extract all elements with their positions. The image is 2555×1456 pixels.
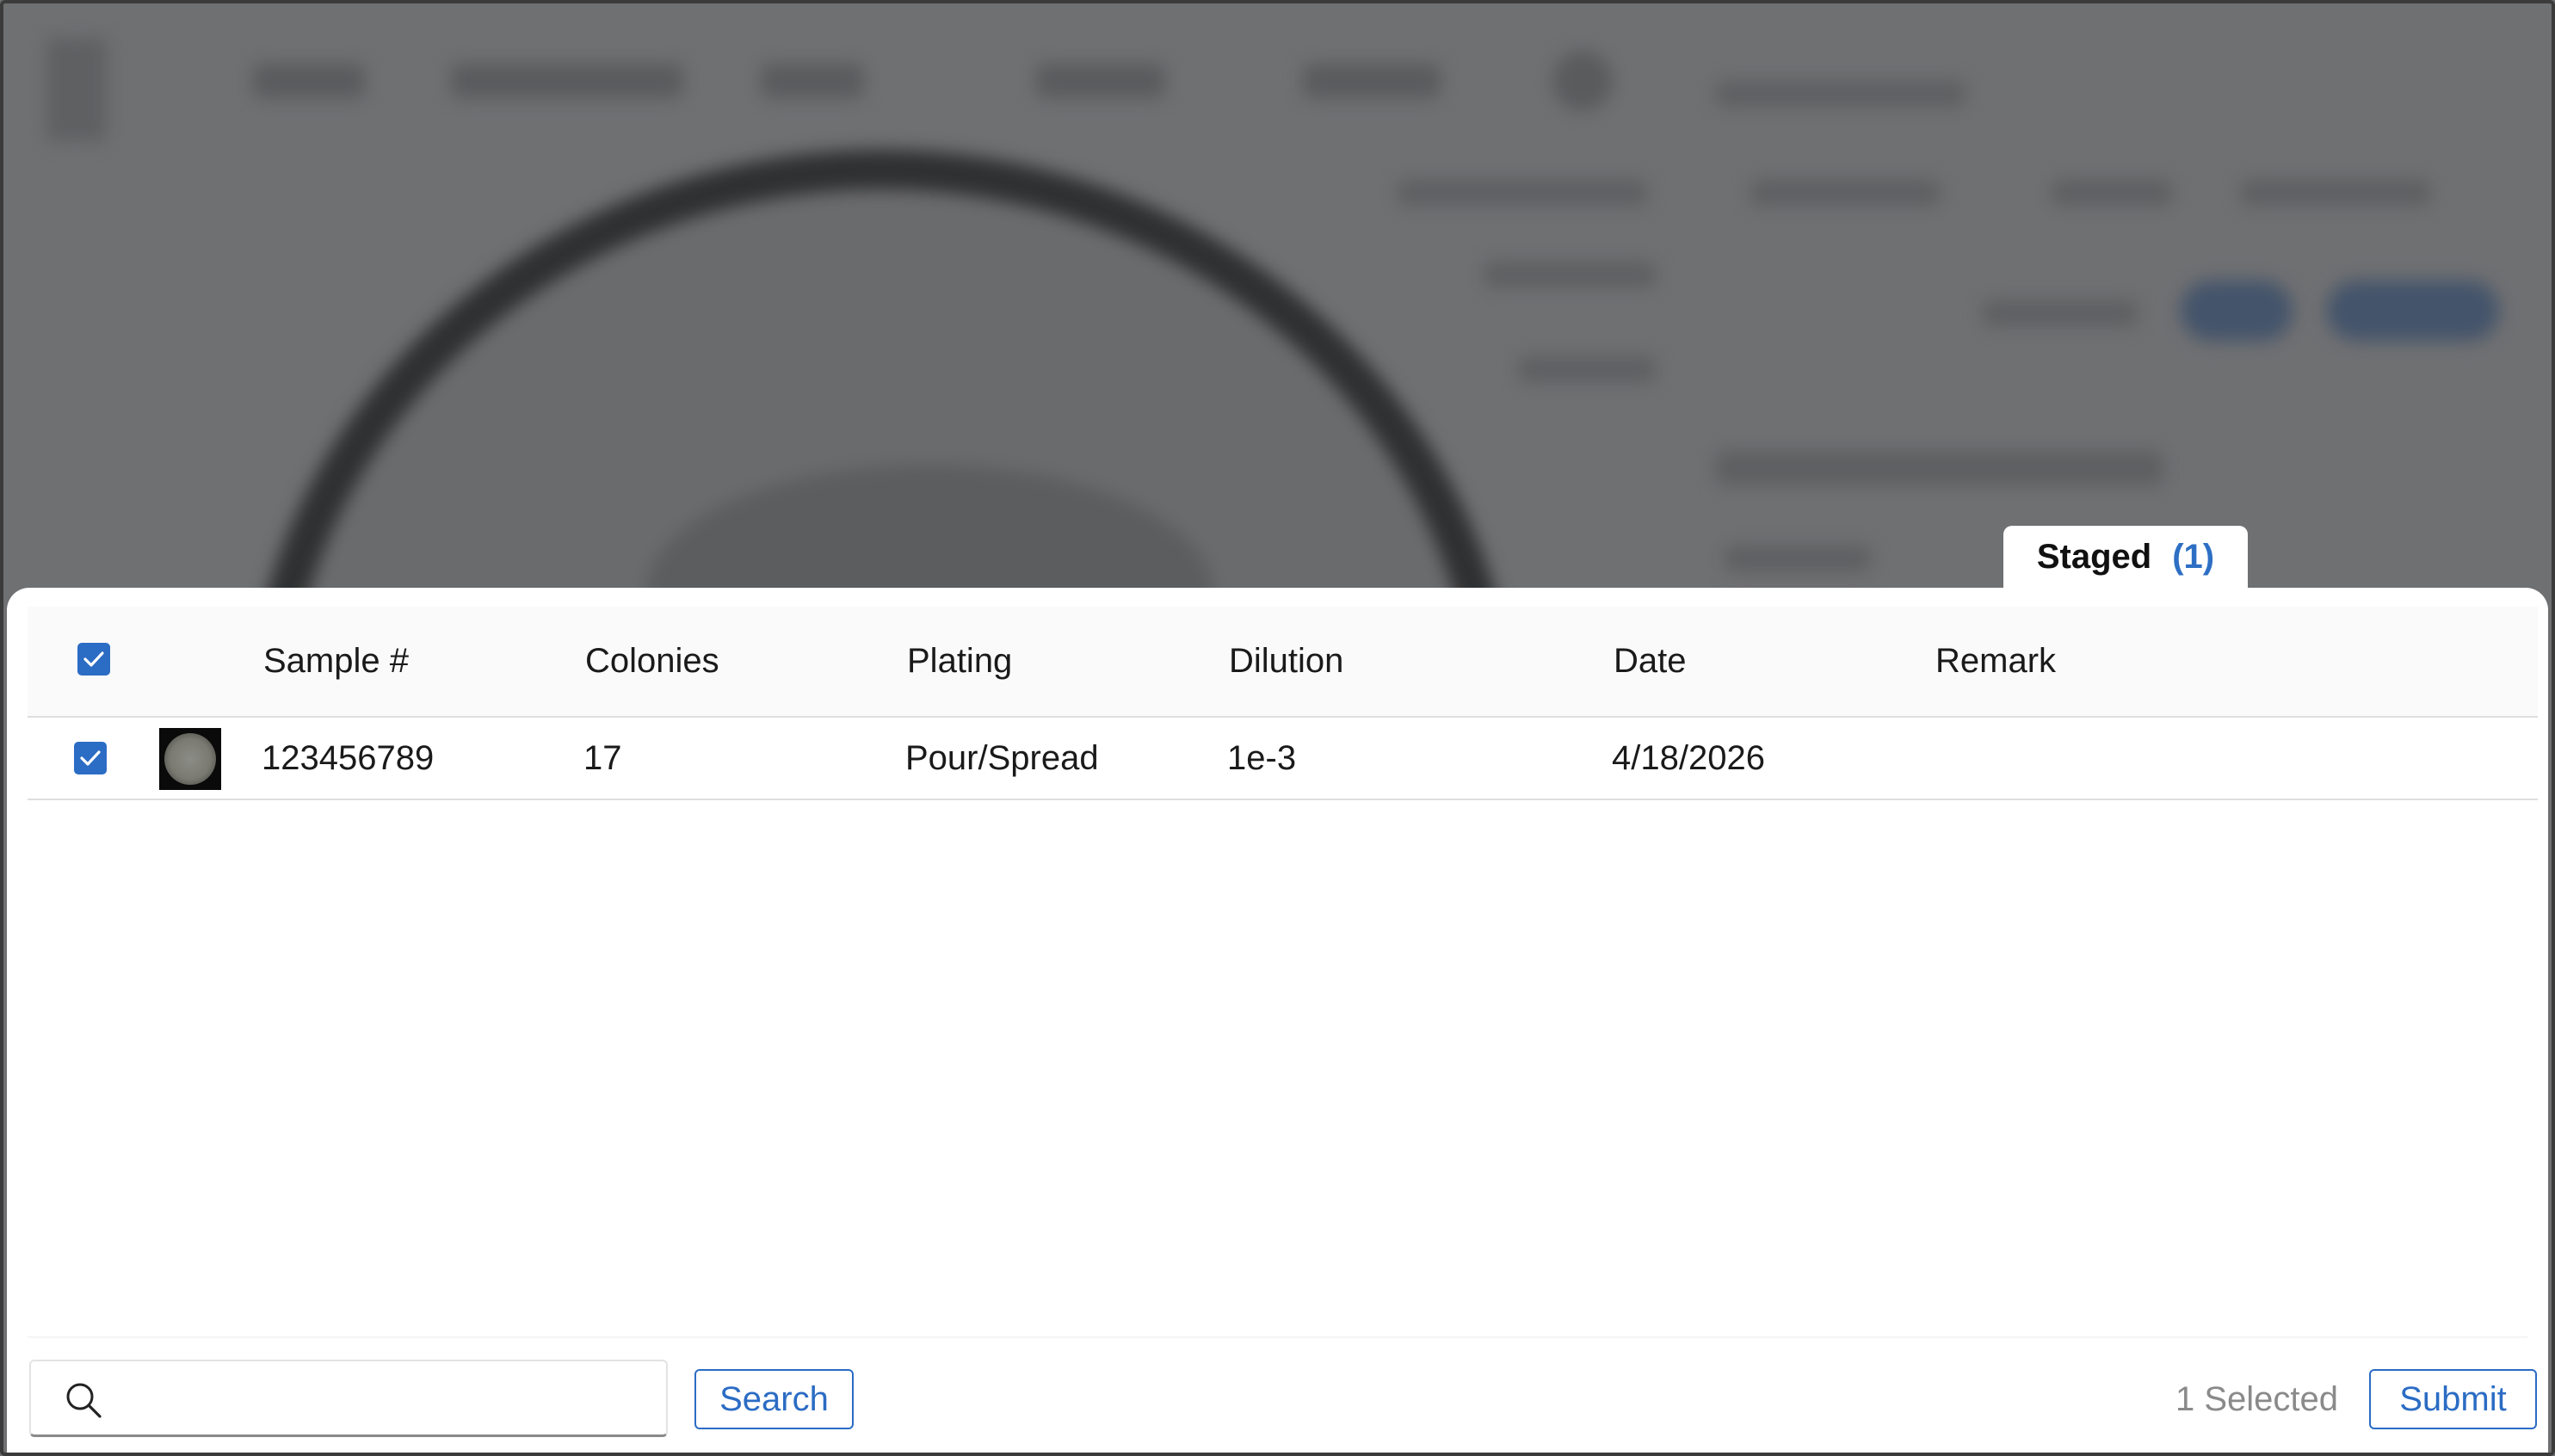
background-nav-item: [451, 64, 683, 98]
search-field[interactable]: [29, 1360, 668, 1437]
column-header-plating[interactable]: Plating: [907, 607, 1012, 716]
column-header-dilution[interactable]: Dilution: [1229, 607, 1343, 716]
background-text: [1750, 180, 1940, 206]
sample-thumbnail[interactable]: [159, 728, 221, 790]
background-text: [2052, 180, 2172, 206]
staged-table: Sample # Colonies Plating Dilution Date …: [28, 607, 2538, 800]
cell-dilution: 1e-3: [1227, 739, 1297, 777]
background-heading: [1716, 451, 2163, 485]
column-header-remark[interactable]: Remark: [1935, 607, 2056, 716]
background-text: [2241, 180, 2430, 206]
checkmark-icon: [83, 651, 104, 667]
staged-panel: Sample # Colonies Plating Dilution Date …: [7, 588, 2548, 1453]
background-text: [1518, 356, 1656, 382]
cell-colonies: 17: [583, 739, 622, 777]
background-nav-item: [253, 64, 365, 98]
background-button: [2181, 281, 2293, 341]
search-input[interactable]: [117, 1370, 654, 1428]
background-text: [1484, 262, 1656, 287]
background-text: [1398, 180, 1647, 206]
background-nav-item: [1303, 64, 1441, 98]
row-select-checkbox[interactable]: [74, 742, 107, 774]
table-header: Sample # Colonies Plating Dilution Date …: [28, 607, 2538, 718]
app-window: Staged (1) Sample # Colonies Plating Dil…: [0, 0, 2555, 1456]
column-header-date[interactable]: Date: [1614, 607, 1687, 716]
cell-sample: 123456789: [262, 739, 435, 777]
background-button: [2327, 281, 2499, 341]
staged-tab-label: Staged: [2036, 537, 2152, 576]
column-header-colonies[interactable]: Colonies: [585, 607, 719, 716]
column-header-sample[interactable]: Sample #: [263, 607, 409, 716]
search-button[interactable]: Search: [694, 1369, 854, 1429]
submit-button[interactable]: Submit: [2369, 1369, 2537, 1429]
select-all-checkbox[interactable]: [77, 643, 110, 676]
table-row[interactable]: 123456789 17 Pour/Spread 1e-3 4/18/2026: [28, 718, 2538, 800]
footer-divider: [28, 1336, 2527, 1339]
staged-count-badge: (1): [2172, 537, 2215, 576]
background-nav-icon: [1552, 51, 1613, 111]
background-text: [1983, 300, 2138, 326]
checkmark-icon: [80, 750, 101, 766]
background-text: [1725, 546, 1871, 571]
background-logo: [46, 38, 107, 141]
background-nav-item: [1036, 64, 1165, 98]
background-text: [1716, 81, 1966, 107]
cell-plating: Pour/Spread: [905, 739, 1099, 777]
selected-count: 1 Selected: [2175, 1380, 2339, 1418]
search-icon: [66, 1383, 102, 1418]
tab-staged[interactable]: Staged (1): [2003, 526, 2248, 588]
cell-date: 4/18/2026: [1612, 739, 1765, 777]
background-nav-item: [761, 64, 864, 98]
